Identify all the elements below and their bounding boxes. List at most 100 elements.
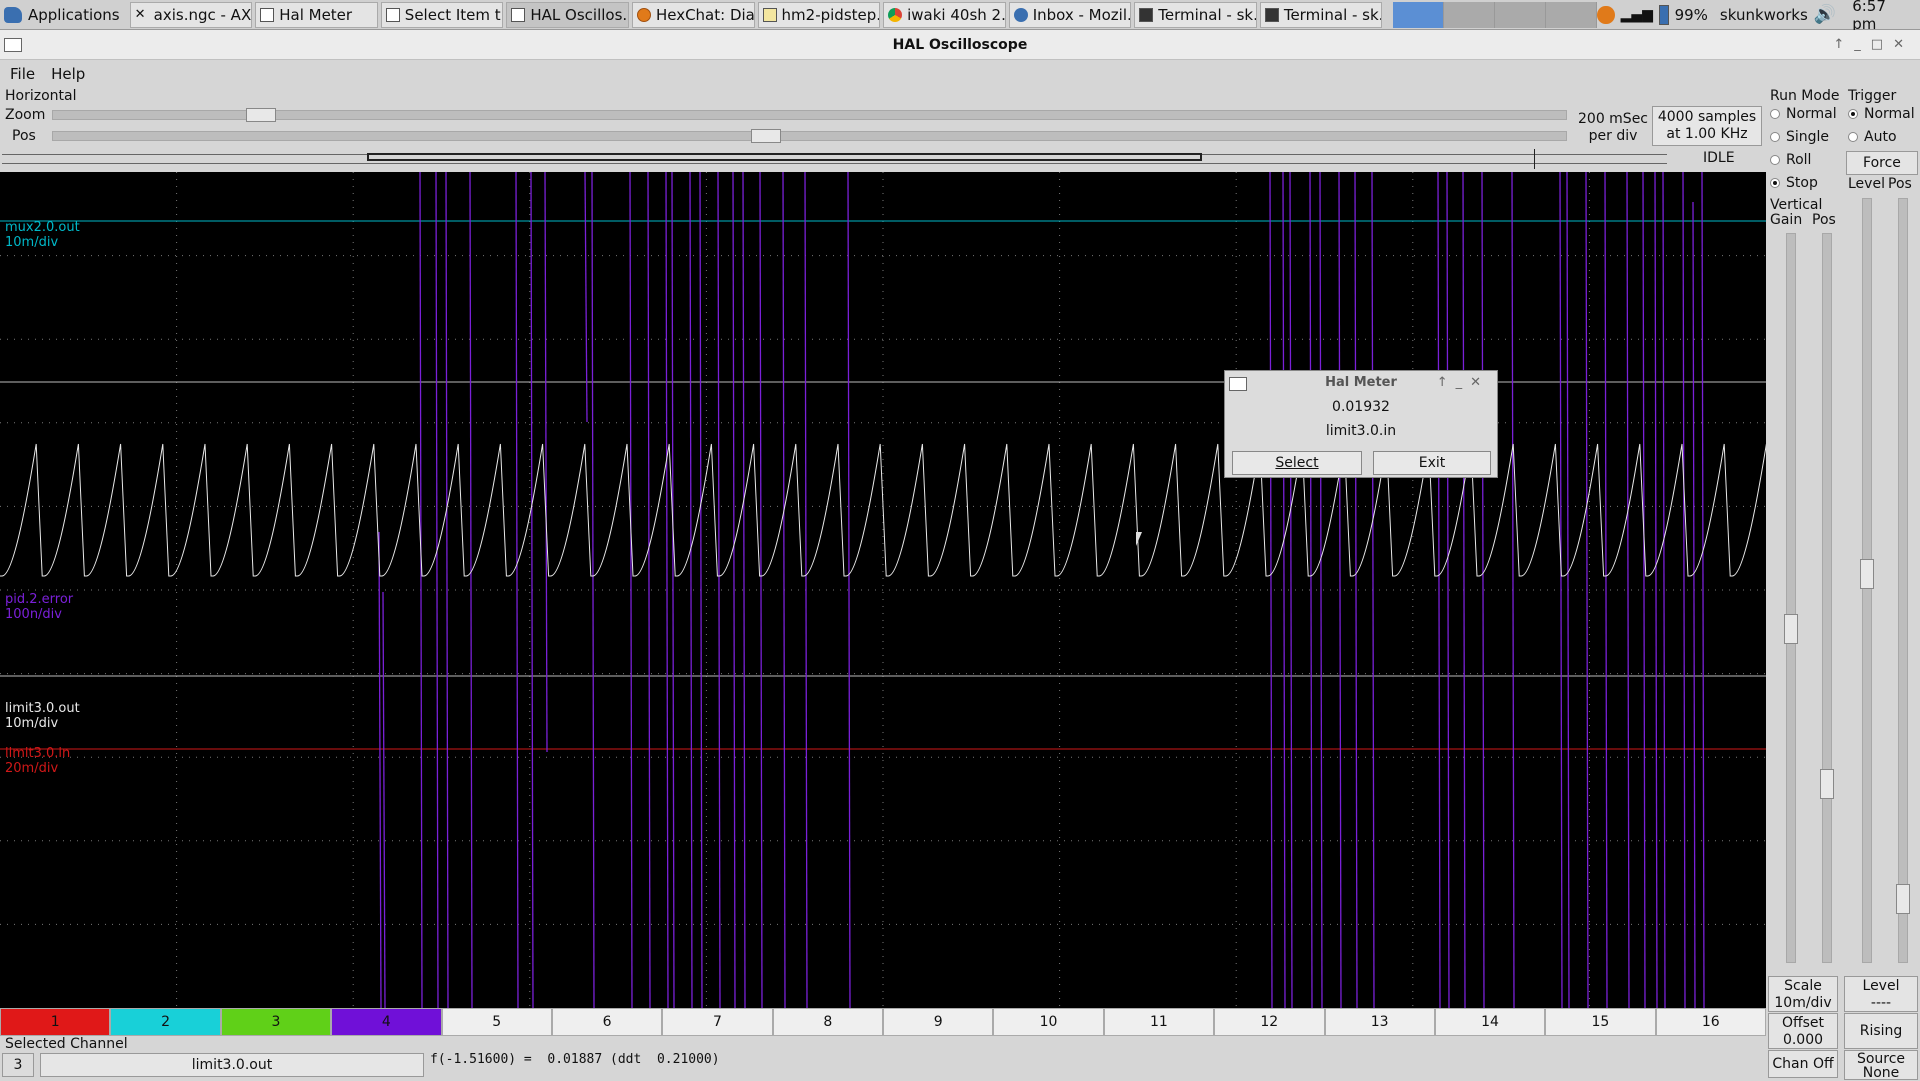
trace-pid-error-spike bbox=[689, 172, 693, 1008]
channel-button-10[interactable]: 10 bbox=[993, 1008, 1104, 1036]
vertical-gain-slider[interactable] bbox=[1784, 233, 1798, 963]
minimize-icon[interactable]: _ bbox=[1854, 37, 1871, 52]
menu-help[interactable]: Help bbox=[51, 62, 85, 86]
zoom-slider-thumb[interactable] bbox=[246, 108, 277, 122]
hal-meter-dialog: Hal Meter ↑_✕ 0.01932 limit3.0.in Select… bbox=[1224, 370, 1498, 478]
menubar: File Help bbox=[0, 62, 1920, 86]
channel-button-11[interactable]: 11 bbox=[1103, 1008, 1215, 1036]
channel-button-15[interactable]: 15 bbox=[1545, 1008, 1656, 1036]
timebase-unit: per div bbox=[1588, 128, 1638, 144]
workspace-3[interactable] bbox=[1495, 1, 1547, 28]
shade-icon[interactable]: ↑ bbox=[1833, 37, 1854, 52]
trace-pid-error-spike bbox=[742, 172, 746, 1008]
level-label: Level bbox=[1862, 978, 1900, 994]
trace-scale: 10m/div bbox=[5, 235, 59, 250]
task-terminal-2[interactable]: Terminal - sk... bbox=[1259, 1, 1383, 28]
meter-select-button[interactable]: Select bbox=[1232, 451, 1362, 475]
trace-label-ch2: mux2.0.out 10m/div bbox=[5, 220, 80, 250]
trigger-normal[interactable]: Normal bbox=[1848, 106, 1915, 122]
radio-dot[interactable] bbox=[1848, 109, 1858, 119]
hal-meter-titlebar[interactable]: Hal Meter ↑_✕ bbox=[1225, 371, 1497, 395]
close-icon[interactable]: ✕ bbox=[1893, 37, 1914, 52]
network-signal-icon[interactable]: ▂▄▆ bbox=[1621, 7, 1653, 23]
task-editor[interactable]: hm2-pidstep... bbox=[757, 1, 881, 28]
trigger-edge-button[interactable]: Rising bbox=[1844, 1013, 1918, 1049]
channel-button-13[interactable]: 13 bbox=[1324, 1008, 1435, 1036]
zoom-slider-track[interactable] bbox=[52, 108, 1567, 122]
trigger-level-slider[interactable] bbox=[1860, 198, 1874, 963]
channel-button-8[interactable]: 8 bbox=[772, 1008, 883, 1036]
vertical-pos-label: Pos bbox=[1812, 212, 1836, 228]
channel-button-9[interactable]: 9 bbox=[883, 1008, 994, 1036]
user-name[interactable]: skunkworks bbox=[1720, 6, 1808, 24]
task-thunderbird[interactable]: Inbox - Mozil... bbox=[1008, 1, 1132, 28]
selected-channel-name[interactable]: limit3.0.out bbox=[40, 1053, 424, 1077]
offset-button[interactable]: Offset 0.000 bbox=[1768, 1013, 1838, 1049]
run-mode-single[interactable]: Single bbox=[1770, 129, 1829, 145]
shade-icon[interactable]: ↑ bbox=[1437, 375, 1456, 390]
channel-button-5[interactable]: 5 bbox=[441, 1008, 552, 1036]
workspace-1[interactable] bbox=[1393, 1, 1445, 28]
radio-dot[interactable] bbox=[1770, 155, 1780, 165]
run-mode-stop[interactable]: Stop bbox=[1770, 175, 1818, 191]
menu-file[interactable]: File bbox=[10, 62, 35, 86]
radio-dot[interactable] bbox=[1848, 132, 1858, 142]
channel-button-1[interactable]: 1 bbox=[0, 1008, 111, 1036]
chan-off-button[interactable]: Chan Off bbox=[1768, 1050, 1838, 1078]
samples-button[interactable]: 4000 samples at 1.00 KHz bbox=[1652, 106, 1762, 146]
channel-button-14[interactable]: 14 bbox=[1434, 1008, 1546, 1036]
radio-dot[interactable] bbox=[1770, 132, 1780, 142]
radio-dot[interactable] bbox=[1770, 109, 1780, 119]
task-hexchat[interactable]: HexChat: Dia... bbox=[631, 1, 755, 28]
channel-selector-bar: 1 2 3 4 5 6 7 8 9 10 11 12 13 14 15 16 bbox=[0, 1008, 1766, 1036]
window-menu-icon[interactable] bbox=[4, 38, 22, 52]
hexchat-tray-icon[interactable] bbox=[1597, 5, 1615, 24]
channel-button-4[interactable]: 4 bbox=[331, 1008, 442, 1036]
task-select-item[interactable]: Select Item t... bbox=[380, 1, 504, 28]
meter-exit-button[interactable]: Exit bbox=[1373, 451, 1491, 475]
force-trigger-button[interactable]: Force bbox=[1846, 151, 1918, 175]
trigger-source-button[interactable]: Source None bbox=[1844, 1050, 1918, 1080]
window-titlebar[interactable]: HAL Oscilloscope ↑_□✕ bbox=[0, 30, 1920, 60]
volume-icon[interactable]: 🔊 bbox=[1814, 4, 1836, 25]
applications-menu-button[interactable]: Applications bbox=[0, 1, 130, 29]
task-terminal-1[interactable]: Terminal - sk... bbox=[1134, 1, 1257, 28]
close-icon[interactable]: ✕ bbox=[1470, 375, 1489, 390]
maximize-icon[interactable]: □ bbox=[1871, 37, 1893, 52]
pos-slider-thumb[interactable] bbox=[1820, 769, 1834, 799]
trigger-label: Trigger bbox=[1848, 88, 1897, 104]
trigger-level-thumb[interactable] bbox=[1860, 559, 1874, 589]
run-mode-roll[interactable]: Roll bbox=[1770, 152, 1811, 168]
pos-slider-track[interactable] bbox=[52, 129, 1567, 143]
clock[interactable]: 6:57 pm bbox=[1852, 0, 1912, 33]
workspace-pager[interactable] bbox=[1393, 1, 1598, 28]
vertical-pos-slider[interactable] bbox=[1820, 233, 1834, 963]
workspace-4[interactable] bbox=[1546, 1, 1598, 28]
trigger-pos-slider[interactable] bbox=[1896, 198, 1910, 963]
channel-button-16[interactable]: 16 bbox=[1655, 1008, 1766, 1036]
channel-button-3[interactable]: 3 bbox=[220, 1008, 332, 1036]
channel-button-7[interactable]: 7 bbox=[662, 1008, 773, 1036]
task-axis[interactable]: ✕axis.ngc - AX... bbox=[129, 1, 253, 28]
trigger-pos-thumb[interactable] bbox=[1896, 884, 1910, 914]
meter-pin-name: limit3.0.in bbox=[1325, 423, 1397, 439]
run-mode-normal[interactable]: Normal bbox=[1770, 106, 1837, 122]
window-menu-icon[interactable] bbox=[1229, 377, 1247, 391]
channel-button-6[interactable]: 6 bbox=[551, 1008, 663, 1036]
gain-slider-thumb[interactable] bbox=[1784, 614, 1798, 644]
workspace-2[interactable] bbox=[1444, 1, 1496, 28]
radio-dot[interactable] bbox=[1770, 178, 1780, 188]
level-value: ---- bbox=[1870, 995, 1892, 1011]
record-position-bar bbox=[2, 149, 1667, 169]
task-chrome[interactable]: iwaki 40sh 2... bbox=[883, 1, 1006, 28]
task-hal-meter[interactable]: Hal Meter bbox=[255, 1, 378, 28]
battery-icon[interactable] bbox=[1658, 4, 1669, 25]
pos-slider-thumb[interactable] bbox=[750, 129, 781, 143]
task-hal-oscilloscope[interactable]: HAL Oscillos... bbox=[506, 1, 629, 28]
channel-button-12[interactable]: 12 bbox=[1214, 1008, 1325, 1036]
minimize-icon[interactable]: _ bbox=[1456, 375, 1471, 390]
trace-pid-error-spike bbox=[1446, 172, 1450, 1008]
trigger-auto[interactable]: Auto bbox=[1848, 129, 1897, 145]
channel-button-2[interactable]: 2 bbox=[110, 1008, 221, 1036]
scope-display[interactable]: mux2.0.out 10m/div pid.2.error 100n/div … bbox=[0, 172, 1766, 1008]
